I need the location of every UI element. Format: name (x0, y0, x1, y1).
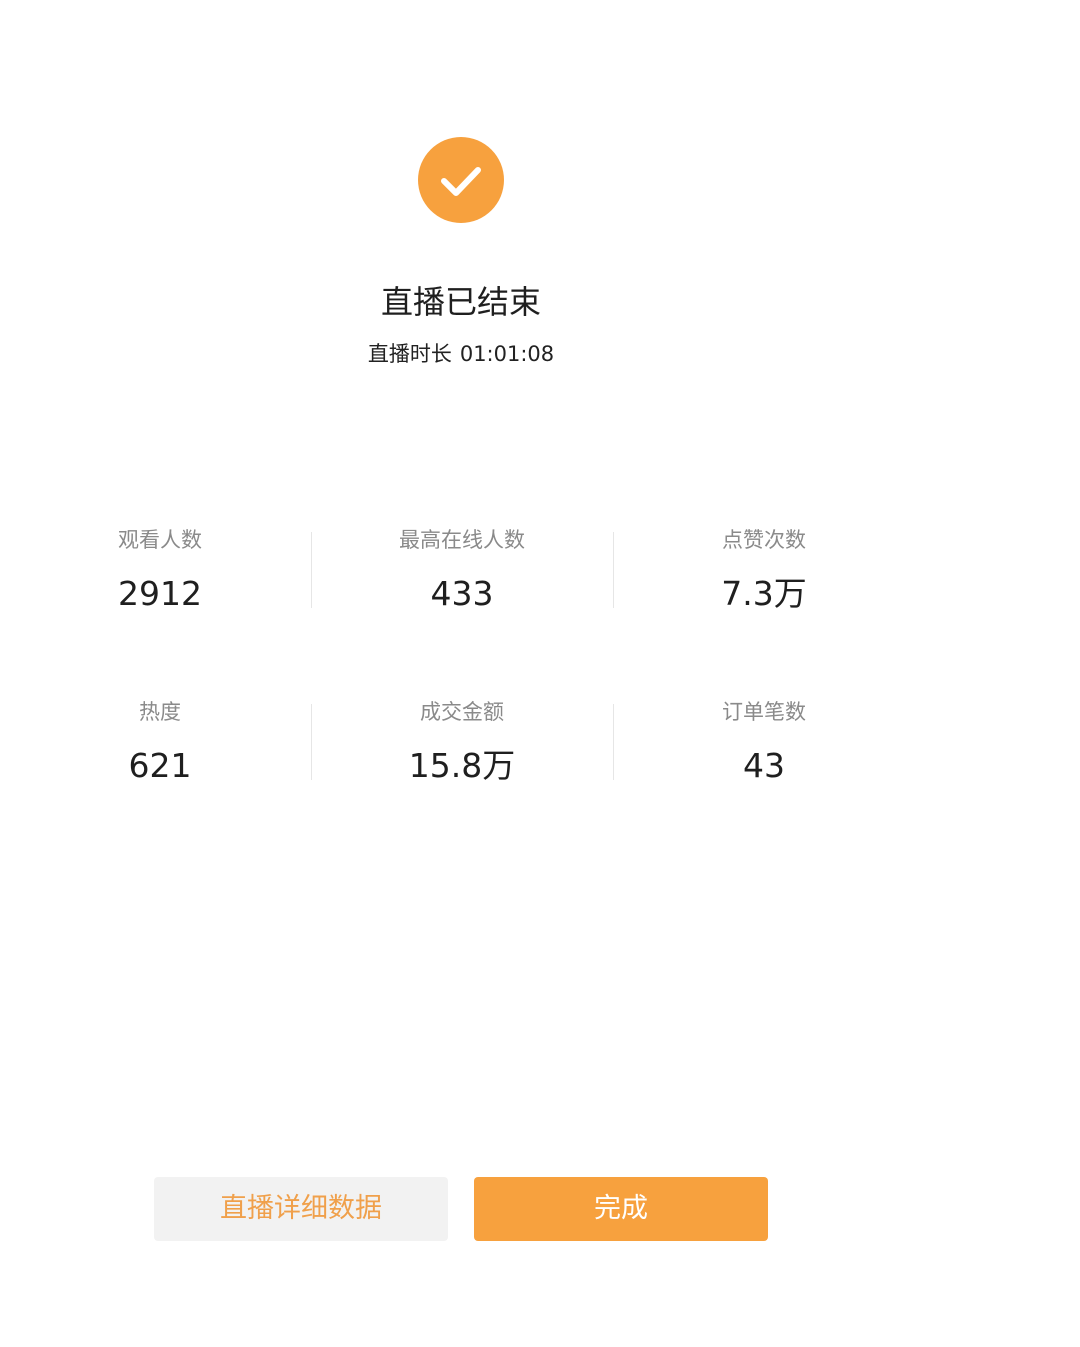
stat-value: 2912 (118, 574, 202, 613)
stat-label: 点赞次数 (722, 528, 806, 552)
stat-heat: 热度 621 (9, 692, 311, 864)
page-title: 直播已结束 (380, 283, 541, 321)
check-icon (441, 167, 481, 196)
stat-label: 最高在线人数 (399, 528, 525, 552)
stats-row: 热度 621 成交金额 15.8万 订单笔数 43 (9, 692, 915, 864)
stat-value: 7.3万 (721, 574, 807, 613)
duration-value: 01:01:08 (459, 342, 555, 366)
stat-orders: 订单笔数 43 (613, 692, 915, 864)
stats-grid: 观看人数 2912 最高在线人数 433 点赞次数 7.3万 热度 621 成交… (9, 520, 915, 864)
stat-label: 观看人数 (118, 528, 202, 552)
stats-row: 观看人数 2912 最高在线人数 433 点赞次数 7.3万 (9, 520, 915, 692)
stat-label: 热度 (139, 700, 181, 724)
stat-viewers: 观看人数 2912 (9, 520, 311, 692)
done-button[interactable]: 完成 (474, 1177, 768, 1241)
stat-label: 订单笔数 (722, 700, 806, 724)
live-duration: 直播时长 01:01:08 (311, 339, 611, 369)
stat-likes: 点赞次数 7.3万 (613, 520, 915, 692)
success-check-circle (418, 137, 504, 223)
stat-label: 成交金额 (420, 700, 504, 724)
stat-value: 43 (743, 746, 785, 785)
stat-value: 621 (128, 746, 192, 785)
stat-value: 433 (430, 574, 494, 613)
duration-label: 直播时长 (367, 342, 452, 366)
stat-value: 15.8万 (408, 746, 516, 785)
stat-gmv: 成交金额 15.8万 (311, 692, 613, 864)
stat-peak-online: 最高在线人数 433 (311, 520, 613, 692)
live-detail-data-button[interactable]: 直播详细数据 (154, 1177, 448, 1241)
